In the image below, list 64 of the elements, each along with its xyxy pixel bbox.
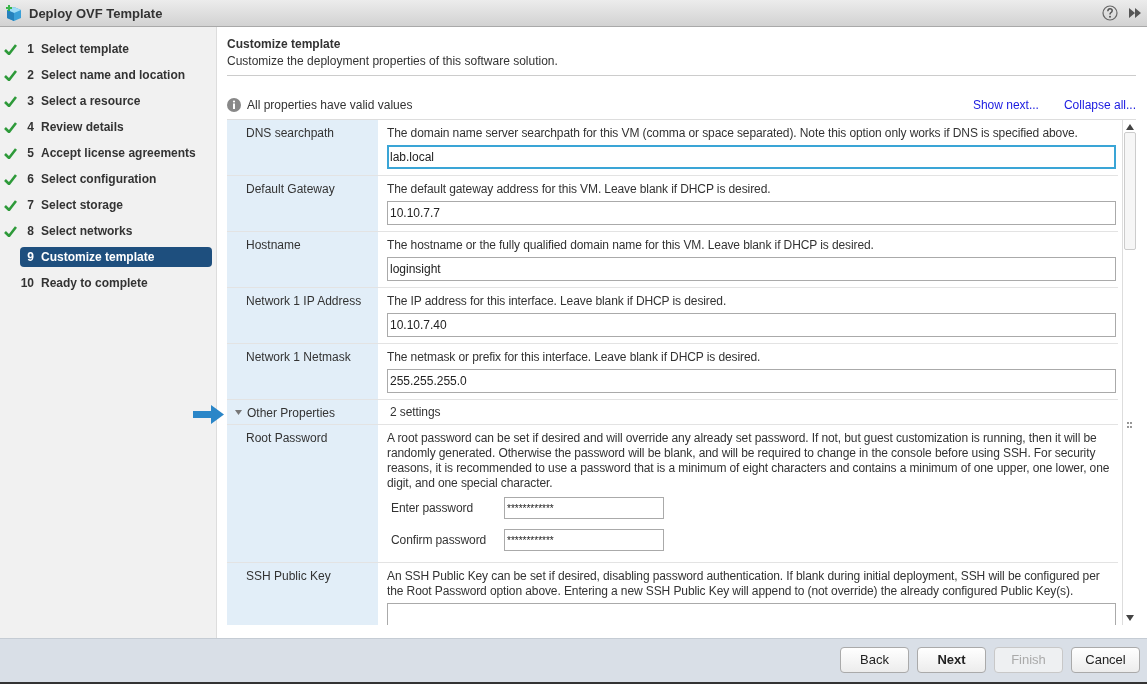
wizard-step[interactable]: 6 Select configuration [20,169,212,189]
property-label: Network 1 Netmask [227,344,379,399]
property-description: The hostname or the fully qualified domain name for this VM. Leave blank if DHCP is desired. [387,238,875,253]
property-description: The netmask or prefix for this interface. Leave blank if DHCP is desired. [387,350,762,365]
property-label: DNS searchpath [227,120,379,175]
wizard-step[interactable]: 5 Accept license agreements [20,143,212,163]
text-field[interactable]: loginsight [387,257,1116,281]
wizard-step[interactable]: 7 Select storage [20,195,212,215]
wizard-step[interactable]: 10 Ready to complete [20,273,212,293]
info-icon [227,98,241,112]
property-description: The domain name server searchpath for this VM (comma or space separated). Note this option only works if DNS is specified above. [387,126,1079,141]
wizard-step[interactable]: 4 Review details [20,117,212,137]
text-field[interactable]: 10.10.7.7 [387,201,1116,225]
page-title: Customize template [227,37,342,51]
window-title: Deploy OVF Template [29,5,164,21]
check-icon [3,121,17,133]
check-icon [3,95,17,107]
expand-triangle-icon[interactable] [235,410,242,415]
wizard-step[interactable]: 3 Select a resource [20,91,212,111]
wizard-button[interactable]: Cancel [1071,646,1140,673]
scroll-up-arrow-icon[interactable] [1125,124,1134,130]
property-description: The default gateway address for this VM. Leave blank if DHCP is desired. [387,182,772,197]
property-description: The IP address for this interface. Leave blank if DHCP is desired. [387,294,728,309]
link[interactable]: Show next... [972,98,1039,112]
cube-icon [6,4,22,22]
status-message: All properties have valid values [247,98,414,112]
help-icon[interactable] [1102,5,1118,21]
password-field[interactable]: ************ [504,529,664,551]
scroll-down-arrow-icon[interactable] [1125,615,1134,621]
property-description: An SSH Public Key can be set if desired, disabling password authentication. If blank during initial deployment, SSH will be configured per the Root Password option above. Entering a new SSH Public Key will append to (not override) the already configured Public Key(s). [387,569,1101,599]
password-field[interactable]: ************ [504,497,664,519]
group-label: Other Properties [247,405,336,420]
wizard-step[interactable]: 2 Select name and location [20,65,212,85]
grip-icon[interactable] [1127,422,1132,428]
double-arrow-icon[interactable] [1129,7,1141,19]
wizard-step[interactable]: 9 Customize template [20,247,212,267]
wizard-step[interactable]: 8 Select networks [20,221,212,241]
pointer-arrow-icon [193,404,225,425]
check-icon [3,69,17,81]
check-icon [3,225,17,237]
check-icon [3,147,17,159]
field-label: Enter password [391,500,474,516]
property-label: Default Gateway [227,176,379,231]
field-label: Confirm password [391,532,488,548]
text-field[interactable]: 255.255.255.0 [387,369,1116,393]
link[interactable]: Collapse all... [1063,98,1136,112]
text-field[interactable]: lab.local [387,145,1116,169]
wizard-button[interactable]: Next [917,646,986,673]
property-description: A root password can be set if desired and will override any already set password. If not, but guest customization is running, then it will be randomly generated. Otherwise the password will be blank, and will be required to change in the console before using SSH. For security reasons, it is recommended to use a password that is a minimum of eight characters and contains a minimum of one upper, one lower, one digit, and one special character. [387,431,1111,491]
check-icon [3,173,17,185]
scroll-thumb[interactable] [1123,132,1136,250]
text-field[interactable]: 10.10.7.40 [387,313,1116,337]
wizard-button[interactable]: Back [840,646,909,673]
check-icon [3,199,17,211]
property-label: Root Password [227,425,379,562]
text-field[interactable] [387,603,1116,625]
property-label: Hostname [227,232,379,287]
check-icon [3,43,17,55]
property-label: Network 1 IP Address [227,288,379,343]
property-label: SSH Public Key [227,563,379,625]
group-summary: 2 settings [389,404,442,421]
wizard-step[interactable]: 1 Select template [20,39,212,59]
page-subtitle: Customize the deployment properties of this software solution. [227,54,559,68]
scrollbar[interactable] [1122,120,1136,625]
